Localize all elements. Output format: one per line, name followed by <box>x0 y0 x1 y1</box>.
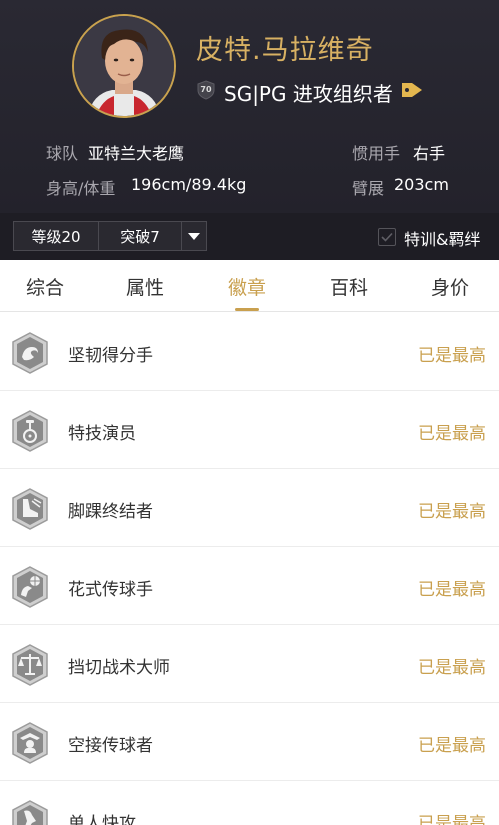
team-label: 球队 <box>46 144 79 163</box>
unicycle-icon <box>10 409 50 453</box>
tab-value[interactable]: 身价 <box>400 260 499 312</box>
badge-status: 已是最高 <box>418 658 486 678</box>
pick-and-roll-icon <box>10 643 50 687</box>
tab-attributes[interactable]: 属性 <box>95 260 195 312</box>
ankle-breaker-icon <box>10 487 50 531</box>
active-tab-indicator <box>235 308 259 311</box>
player-avatar <box>72 14 176 118</box>
hand-label: 惯用手 <box>352 144 401 163</box>
chevron-down-icon <box>188 232 200 240</box>
hand-value: 右手 <box>413 144 446 163</box>
badge-status: 已是最高 <box>418 580 486 600</box>
training-checkbox[interactable] <box>378 228 396 246</box>
wingspan-value: 203cm <box>394 175 449 194</box>
badge-name: 脚踝终结者 <box>68 502 153 522</box>
breakthrough-selector[interactable]: 突破7 <box>99 221 182 251</box>
badge-status: 已是最高 <box>418 346 486 366</box>
badge-status: 已是最高 <box>418 736 486 756</box>
fast-break-icon <box>10 799 50 825</box>
tab-overview[interactable]: 综合 <box>0 260 95 312</box>
badge-name: 单人快攻 <box>68 814 136 825</box>
badge-status: 已是最高 <box>418 424 486 444</box>
level-display[interactable]: 等级20 <box>13 221 99 251</box>
wingspan-label: 臂展 <box>352 179 385 198</box>
team-value: 亚特兰大老鹰 <box>88 144 185 163</box>
badge-name: 特技演员 <box>68 424 136 444</box>
badge-status: 已是最高 <box>418 502 486 522</box>
overall-rating: 70 <box>200 85 212 94</box>
badge-status: 已是最高 <box>418 814 486 825</box>
tag-icon[interactable] <box>400 80 424 100</box>
player-name: 皮特.马拉维奇 <box>196 35 374 66</box>
alley-oop-icon <box>10 721 50 765</box>
badge-row[interactable]: 空接传球者 已是最高 <box>0 703 499 781</box>
tab-bar: 综合 属性 徽章 百科 身价 <box>0 260 499 312</box>
tab-badges[interactable]: 徽章 <box>197 260 297 312</box>
badge-row[interactable]: 花式传球手 已是最高 <box>0 547 499 625</box>
tab-encyclopedia[interactable]: 百科 <box>299 260 399 312</box>
badge-name: 花式传球手 <box>68 580 153 600</box>
tough-scorer-icon <box>10 331 50 375</box>
training-bond-label[interactable]: 特训&羁绊 <box>404 226 480 250</box>
height-weight-value: 196cm/89.4kg <box>131 175 247 194</box>
badge-row[interactable]: 坚韧得分手 已是最高 <box>0 313 499 391</box>
height-weight-label: 身高/体重 <box>46 179 116 198</box>
flashy-passer-icon <box>10 565 50 609</box>
badge-list: 坚韧得分手 已是最高 特技演员 已是最高 脚踝终结者 已是最高 花式传球手 已是… <box>0 313 499 825</box>
badge-row[interactable]: 特技演员 已是最高 <box>0 391 499 469</box>
badge-row[interactable]: 挡切战术大师 已是最高 <box>0 625 499 703</box>
badge-row[interactable]: 脚踝终结者 已是最高 <box>0 469 499 547</box>
badge-name: 坚韧得分手 <box>68 346 153 366</box>
badge-name: 挡切战术大师 <box>68 658 170 678</box>
badge-row[interactable]: 单人快攻 已是最高 <box>0 781 499 825</box>
badge-name: 空接传球者 <box>68 736 153 756</box>
player-header: 皮特.马拉维奇 70 SG|PG 进攻组织者 球队 亚特兰大老鹰 惯用手 右手 … <box>0 0 499 213</box>
breakthrough-dropdown-button[interactable] <box>182 221 207 251</box>
checkmark-icon <box>381 232 393 242</box>
position-role: SG|PG 进攻组织者 <box>224 82 393 106</box>
